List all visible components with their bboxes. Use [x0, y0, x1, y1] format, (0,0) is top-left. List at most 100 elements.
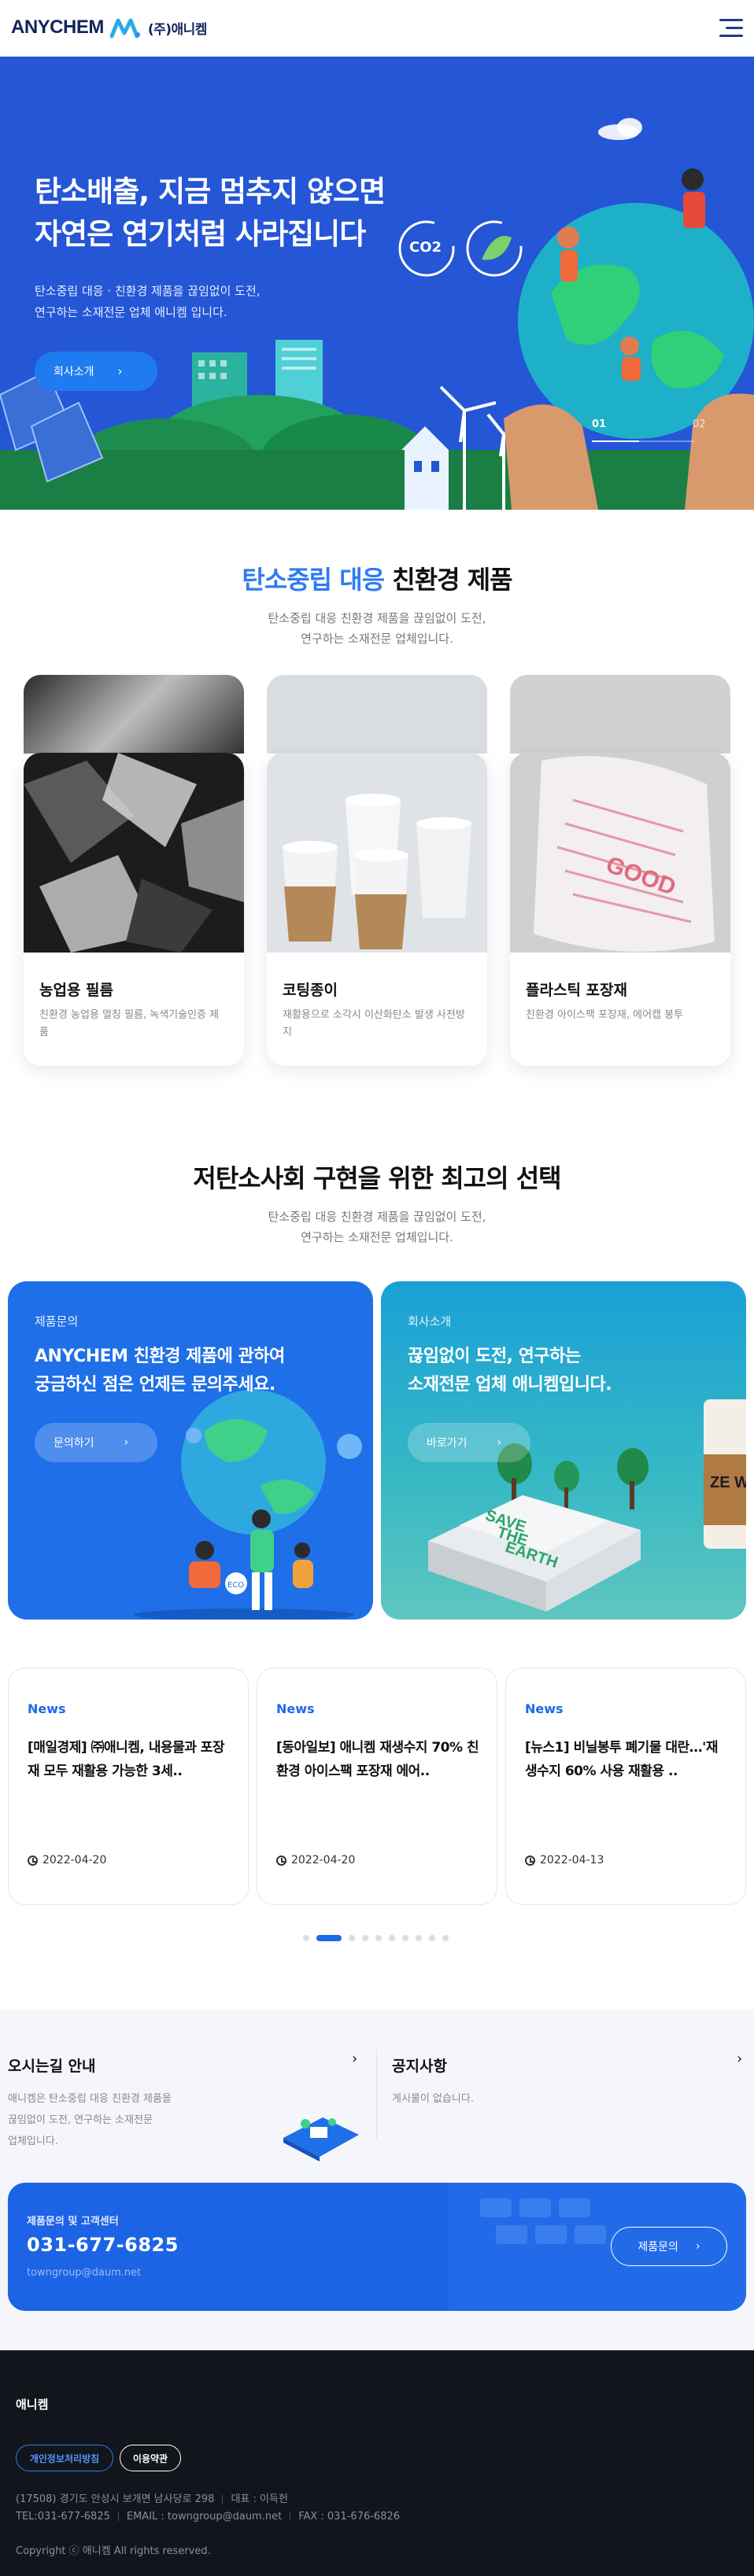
- product-desc: 재활용으로 소각시 이산화탄소 발생 사전방지: [283, 1009, 465, 1038]
- news-date-text: 2022-04-20: [43, 1854, 107, 1867]
- product-image-strip: [267, 675, 487, 754]
- news-card[interactable]: News [매일경제] ㈜애니켐, 내용물과 포장재 모두 재활용 가능한 3세…: [8, 1668, 249, 1905]
- customer-center-email[interactable]: towngroup@daum.net: [27, 2267, 141, 2279]
- footer-address: (17508) 경기도 안성시 보개면 남사당로 298: [16, 2493, 215, 2505]
- choice-sub-line1: 탄소중립 대응 친환경 제품을 끊임없이 도전,: [268, 1210, 486, 1224]
- slide-current: 01: [592, 418, 607, 430]
- pagination-dot[interactable]: [416, 1935, 422, 1941]
- hero-subtitle: 탄소중립 대응 · 친환경 제품을 끊임없이 도전, 연구하는 소재전문 업체 …: [35, 281, 365, 323]
- banner-title: ANYCHEM 친환경 제품에 관하여 궁금하신 점은 언제든 문의주세요.: [35, 1343, 349, 1399]
- logo[interactable]: ANYCHEM (주)애니켐: [11, 16, 207, 39]
- directions-line1: 애니켐은 탄소중립 대응 친환경 제품을: [8, 2093, 172, 2105]
- customer-center-phone[interactable]: 031-677-6825: [27, 2234, 179, 2256]
- product-desc: 친환경 아이스팩 포장재, 에어캡 봉투: [526, 1009, 684, 1021]
- product-inquiry-button[interactable]: 제품문의 ›: [611, 2227, 727, 2266]
- product-card-plastic-packaging[interactable]: GOOD 플라스틱 포장재 친환경 아이스팩 포장재, 에어캡 봉투: [510, 753, 730, 1066]
- privacy-policy-button[interactable]: 개인정보처리방침: [16, 2445, 113, 2471]
- banner-title-line1: 끊임없이 도전, 연구하는: [408, 1347, 581, 1366]
- slide-progress-bar[interactable]: [592, 440, 694, 442]
- slide-total: 02: [693, 418, 706, 430]
- choice-section-title: 저탄소사회 구현을 위한 최고의 선택: [193, 1163, 561, 1193]
- customer-center-box: 제품문의 및 고객센터 031-677-6825 towngroup@daum.…: [8, 2183, 746, 2311]
- company-intro-button[interactable]: 회사소개 ›: [35, 352, 157, 391]
- directions-arrow-icon[interactable]: ›: [352, 2051, 357, 2067]
- go-button-label: 바로가기: [427, 1437, 468, 1450]
- news-title: [매일경제] ㈜애니켐, 내용물과 포장재 모두 재활용 가능한 3세..: [28, 1740, 225, 1779]
- customer-center-label: 제품문의 및 고객센터: [27, 2216, 119, 2228]
- info-section: 오시는길 안내 › 애니켐은 탄소중립 대응 친환경 제품을 끊임없이 도전, …: [0, 2010, 754, 2350]
- news-card[interactable]: News [동아일보] 애니켐 재생수지 70% 친환경 아이스팩 포장재 에어…: [257, 1668, 497, 1905]
- logo-text-ko: (주)애니켐: [147, 21, 208, 38]
- cup-label: ZE WA: [710, 1474, 746, 1491]
- clock-icon: [525, 1855, 535, 1866]
- product-inquiry-button-label: 제품문의: [638, 2241, 678, 2254]
- directions-line2: 끊임없이 도전, 연구하는 소재전문: [8, 2114, 153, 2126]
- product-card-coated-paper[interactable]: 코팅종이 재활용으로 소각시 이산화탄소 발생 사전방지: [267, 753, 487, 1066]
- footer-copyright: Copyright ⓒ 애니켐 All rights reserved.: [16, 2545, 211, 2557]
- products-title-highlight: 탄소중립 대응: [242, 565, 385, 595]
- notice-title: 공지사항: [392, 2058, 447, 2075]
- hero-title-line2: 자연은 연기처럼 사라집니다: [35, 217, 366, 251]
- news-date: 2022-04-20: [276, 1854, 355, 1867]
- product-image-strip: [24, 675, 244, 754]
- chevron-right-icon: ›: [117, 364, 123, 378]
- choice-section-subtitle: 탄소중립 대응 친환경 제품을 끊임없이 도전, 연구하는 소재전문 업체입니다…: [0, 1207, 754, 1247]
- products-section-title: 탄소중립 대응 친환경 제품: [0, 560, 754, 596]
- paper-cups-image: [267, 753, 487, 953]
- pagination-dot[interactable]: [429, 1935, 435, 1941]
- go-button[interactable]: 바로가기 ›: [408, 1423, 530, 1462]
- chevron-right-icon: ›: [497, 1436, 502, 1449]
- chevron-right-icon: ›: [695, 2240, 700, 2253]
- banner-title-line2: 궁금하신 점은 언제든 문의주세요.: [35, 1375, 275, 1395]
- pagination-dot[interactable]: [303, 1935, 309, 1941]
- news-card[interactable]: News [뉴스1] 비닐봉투 폐기물 대란…'재생수지 60% 사용 재활용 …: [505, 1668, 746, 1905]
- pagination-dot[interactable]: [362, 1935, 368, 1941]
- pagination-dot[interactable]: [316, 1935, 342, 1941]
- banner-tag: 회사소개: [408, 1314, 452, 1329]
- pagination-dot[interactable]: [349, 1935, 355, 1941]
- products-section-subtitle: 탄소중립 대응 친환경 제품을 끊임없이 도전, 연구하는 소재전문 업체입니다…: [0, 608, 754, 649]
- products-title-rest: 친환경 제품: [384, 565, 512, 595]
- news-tag: News: [525, 1701, 564, 1716]
- banner-title-line2: 소재전문 업체 애니켐입니다.: [408, 1375, 612, 1395]
- clock-icon: [276, 1855, 286, 1866]
- product-name: 코팅종이: [283, 982, 338, 999]
- hero-title: 탄소배출, 지금 멈추지 않으면 자연은 연기처럼 사라집니다: [35, 171, 475, 256]
- inquiry-button-label: 문의하기: [54, 1437, 94, 1450]
- hero-sub-line1: 탄소중립 대응 · 친환경 제품을 끊임없이 도전,: [35, 284, 261, 298]
- eco-bag-label: ECO: [227, 1581, 244, 1590]
- product-image-strip: [510, 675, 730, 754]
- chevron-right-icon: ›: [124, 1436, 129, 1449]
- footer-fax: FAX : 031-676-6826: [298, 2511, 401, 2523]
- terms-button[interactable]: 이용약관: [120, 2445, 181, 2471]
- products-sub-line1: 탄소중립 대응 친환경 제품을 끊임없이 도전,: [268, 611, 486, 625]
- site-footer: 애니켐 개인정보처리방침 이용약관 (17508) 경기도 안성시 보개면 남사…: [0, 2350, 754, 2576]
- news-date-text: 2022-04-20: [291, 1854, 356, 1867]
- notice-arrow-icon[interactable]: ›: [737, 2051, 742, 2067]
- product-card-agri-film[interactable]: 농업용 필름 친환경 농업용 멀칭 필름, 녹색기술인증 제품: [24, 753, 244, 1066]
- company-intro-banner[interactable]: ZE WA SAVE THE EARTH 회사소개 끊임없이 도전, 연구하는 …: [381, 1281, 746, 1620]
- pagination-dot[interactable]: [375, 1935, 382, 1941]
- directions-line3: 업체입니다.: [8, 2136, 58, 2147]
- agri-film-image: [24, 753, 244, 953]
- banner-tag: 제품문의: [35, 1314, 79, 1329]
- product-name: 플라스틱 포장재: [526, 982, 627, 999]
- inquiry-button[interactable]: 문의하기 ›: [35, 1423, 157, 1462]
- news-title: [동아일보] 애니켐 재생수지 70% 친환경 아이스팩 포장재 에어..: [276, 1740, 479, 1779]
- news-title: [뉴스1] 비닐봉투 폐기물 대란…'재생수지 60% 사용 재활용 ..: [525, 1740, 719, 1779]
- pagination-dot[interactable]: [389, 1935, 395, 1941]
- product-inquiry-banner[interactable]: ECO 제품문의 ANYCHEM 친환경 제품에 관하여 궁금하신 점은 언제든…: [8, 1281, 373, 1620]
- hamburger-menu-icon[interactable]: [716, 19, 743, 38]
- news-date-text: 2022-04-13: [540, 1854, 604, 1867]
- hero-sub-line2: 연구하는 소재전문 업체 애니켐 입니다.: [35, 305, 227, 319]
- pagination-dot[interactable]: [442, 1935, 449, 1941]
- news-date: 2022-04-13: [525, 1854, 604, 1867]
- notice-text: 게시물이 없습니다.: [392, 2093, 474, 2105]
- map-pin-icon: [283, 2117, 359, 2161]
- pagination-dot[interactable]: [402, 1935, 408, 1941]
- choice-sub-line2: 연구하는 소재전문 업체입니다.: [301, 1230, 453, 1244]
- logo-text-en: ANYCHEM: [11, 17, 104, 38]
- banner-title-line1: ANYCHEM 친환경 제품에 관하여: [35, 1347, 285, 1366]
- products-sub-line2: 연구하는 소재전문 업체입니다.: [301, 632, 453, 646]
- product-desc: 친환경 농업용 멀칭 필름, 녹색기술인증 제품: [39, 1009, 220, 1038]
